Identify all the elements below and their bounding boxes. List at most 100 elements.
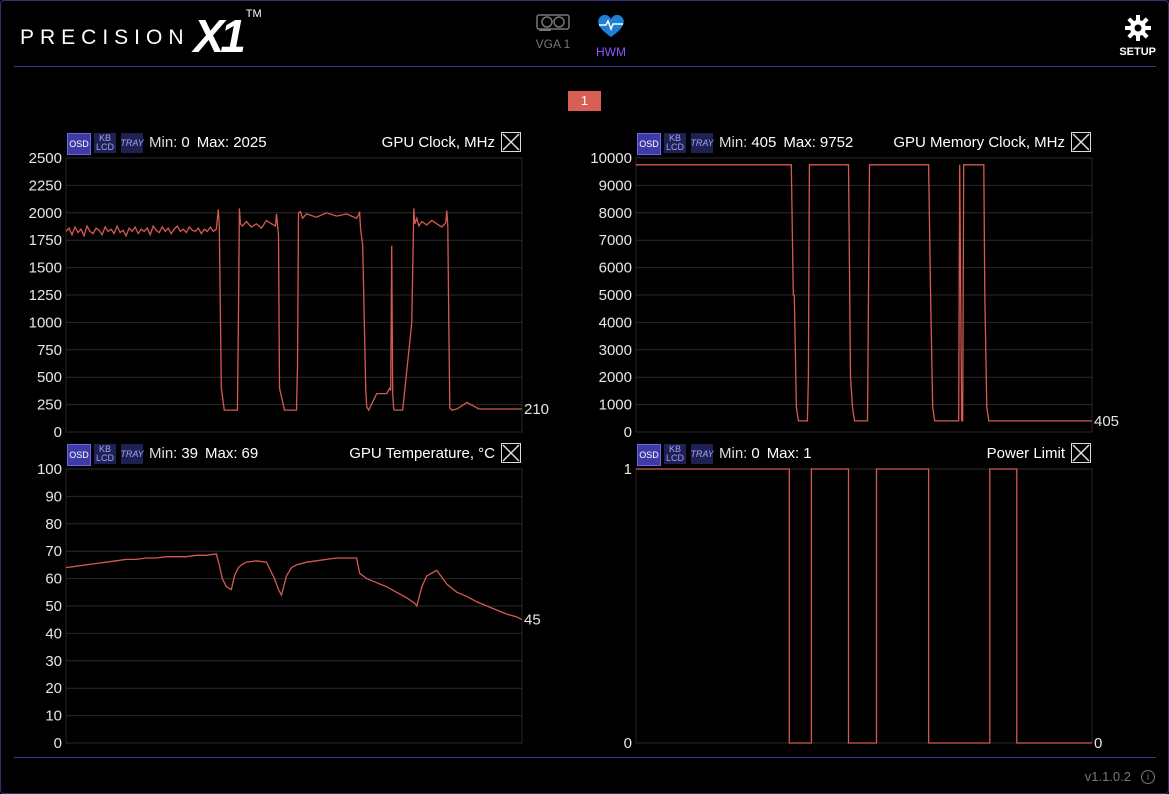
chart-header: OSD KB LCD TRAY Min: 0 Max: 1 Power Limit [584, 442, 1124, 466]
setup-label: SETUP [1119, 46, 1156, 58]
current-value-label: 45 [524, 612, 541, 629]
chart-gpu-clock: 0250500750100012501500175020002250250021… [29, 150, 549, 441]
tray-toggle[interactable]: TRAY [690, 133, 714, 153]
footer-divider [14, 757, 1156, 758]
hide-chart-checkbox[interactable] [1071, 132, 1091, 152]
nav-hwm-label: HWM [596, 45, 626, 59]
osd-toggle[interactable]: OSD [67, 444, 91, 466]
y-tick-label: 500 [37, 369, 62, 386]
max-label: Max: [766, 445, 800, 462]
min-label: Min: [149, 445, 178, 462]
osd-toggle[interactable]: OSD [67, 133, 91, 155]
kb-lcd-toggle[interactable]: KB LCD [664, 133, 686, 153]
y-tick-label: 50 [45, 598, 62, 615]
max-value: 1 [803, 445, 812, 462]
y-tick-label: 80 [45, 516, 62, 533]
chart-power-limit: 010 [624, 461, 1103, 752]
nav-hwm-button[interactable]: HWM [588, 12, 634, 59]
osd-toggle[interactable]: OSD [637, 133, 661, 155]
precision-x1-logo: PRECISION X1 TM [20, 8, 262, 62]
header-divider [14, 66, 1156, 67]
lcd-text: LCD [665, 142, 684, 152]
graphics-card-icon [536, 14, 570, 31]
min-label: Min: [719, 134, 748, 151]
chart-panel-gpu-clock: 0 250 500 750 1000 1250 1500 1750 2000 2250 2500 21… [14, 131, 554, 443]
kb-lcd-toggle[interactable]: KB LCD [664, 444, 686, 464]
kb-lcd-toggle-label: KB LCD [96, 134, 114, 152]
y-tick-label: 5000 [599, 287, 632, 304]
max-label: Max: [205, 445, 238, 462]
min-max-readout: Min: 405 Max: 9752 [719, 134, 853, 151]
chart-title: GPU Memory Clock, MHz [893, 134, 1065, 151]
y-tick-label: 1000 [599, 397, 632, 414]
logo-word: PRECISION [20, 26, 190, 49]
y-tick-label: 1000 [29, 314, 62, 331]
y-tick-label: 1500 [29, 260, 62, 277]
kb-lcd-toggle-label: KB LCD [666, 134, 684, 152]
min-label: Min: [719, 445, 748, 462]
min-max-readout: Min: 0 Max: 2025 [149, 134, 267, 151]
y-tick-label: 0 [54, 424, 62, 441]
kb-lcd-toggle-label: KB LCD [96, 445, 114, 463]
y-tick-label: 2250 [29, 177, 62, 194]
y-tick-label: 1750 [29, 232, 62, 249]
tray-toggle[interactable]: TRAY [690, 444, 714, 464]
min-value: 39 [181, 445, 199, 462]
hide-chart-checkbox[interactable] [501, 132, 521, 152]
logo-mark: X1 [193, 10, 246, 62]
y-tick-label: 750 [37, 342, 62, 359]
tray-toggle-label: TRAY [120, 137, 144, 148]
nav-vga-button[interactable]: VGA 1 [530, 12, 576, 51]
page-badge[interactable]: 1 [568, 91, 601, 111]
close-x-icon [1072, 133, 1090, 151]
current-value-label: 210 [524, 401, 549, 418]
current-value-label: 405 [1094, 413, 1119, 430]
osd-toggle-label: OSD [69, 138, 89, 149]
y-tick-label: 1250 [29, 287, 62, 304]
osd-toggle-label: OSD [639, 449, 659, 460]
kb-lcd-toggle[interactable]: KB LCD [94, 133, 116, 153]
close-x-icon [502, 444, 520, 462]
y-tick-label: 10 [45, 708, 62, 725]
max-value: 2025 [233, 134, 267, 151]
info-icon[interactable]: i [1141, 770, 1155, 784]
max-label: Max: [783, 134, 816, 151]
tray-toggle[interactable]: TRAY [120, 133, 144, 153]
chart-panel-gpu-memory-clock: 0 1000 2000 3000 4000 5000 6000 7000 8000 9000 100… [584, 131, 1124, 443]
series-line [636, 468, 1092, 744]
y-tick-label: 70 [45, 543, 62, 560]
chart-title: GPU Clock, MHz [381, 134, 495, 151]
min-value: 405 [751, 134, 777, 151]
lcd-text: LCD [665, 453, 684, 463]
tray-toggle-label: TRAY [120, 448, 144, 459]
kb-lcd-toggle-label: KB LCD [666, 445, 684, 463]
version-label: v1.1.0.2 [1084, 769, 1131, 784]
y-tick-label: 90 [45, 488, 62, 505]
hide-chart-checkbox[interactable] [501, 443, 521, 463]
chart-panel-gpu-temperature: 0 10 20 30 40 50 60 70 80 90 100 45 OSD KB LCD TRAY Min:… [14, 442, 554, 754]
y-tick-label: 0 [624, 424, 632, 441]
tray-toggle[interactable]: TRAY [120, 444, 144, 464]
kb-lcd-toggle[interactable]: KB LCD [94, 444, 116, 464]
setup-button[interactable]: SETUP [1119, 14, 1156, 58]
y-tick-label: 0 [624, 735, 632, 752]
chart-header: OSD KB LCD TRAY Min: 405 Max: 9752 GPU Memory Cl… [584, 131, 1124, 155]
y-tick-label: 8000 [599, 205, 632, 222]
chart-header: OSD KB LCD TRAY Min: 39 Max: 69 GPU Temperature,… [14, 442, 554, 466]
y-tick-label: 20 [45, 680, 62, 697]
osd-toggle[interactable]: OSD [637, 444, 661, 466]
max-value: 69 [241, 445, 259, 462]
min-value: 0 [751, 445, 760, 462]
chart-title: Power Limit [986, 445, 1065, 462]
y-tick-label: 40 [45, 625, 62, 642]
y-tick-label: 2000 [29, 205, 62, 222]
y-tick-label: 250 [37, 397, 62, 414]
min-label: Min: [149, 134, 178, 151]
chart-header: OSD KB LCD TRAY Min: 0 Max: 2025 GPU Clock, MHz [14, 131, 554, 155]
hide-chart-checkbox[interactable] [1071, 443, 1091, 463]
max-label: Max: [196, 134, 230, 151]
lcd-text: LCD [95, 453, 114, 463]
nav-vga-label: VGA 1 [535, 37, 571, 51]
gear-icon [1124, 15, 1151, 41]
heart-monitor-icon [598, 14, 624, 37]
